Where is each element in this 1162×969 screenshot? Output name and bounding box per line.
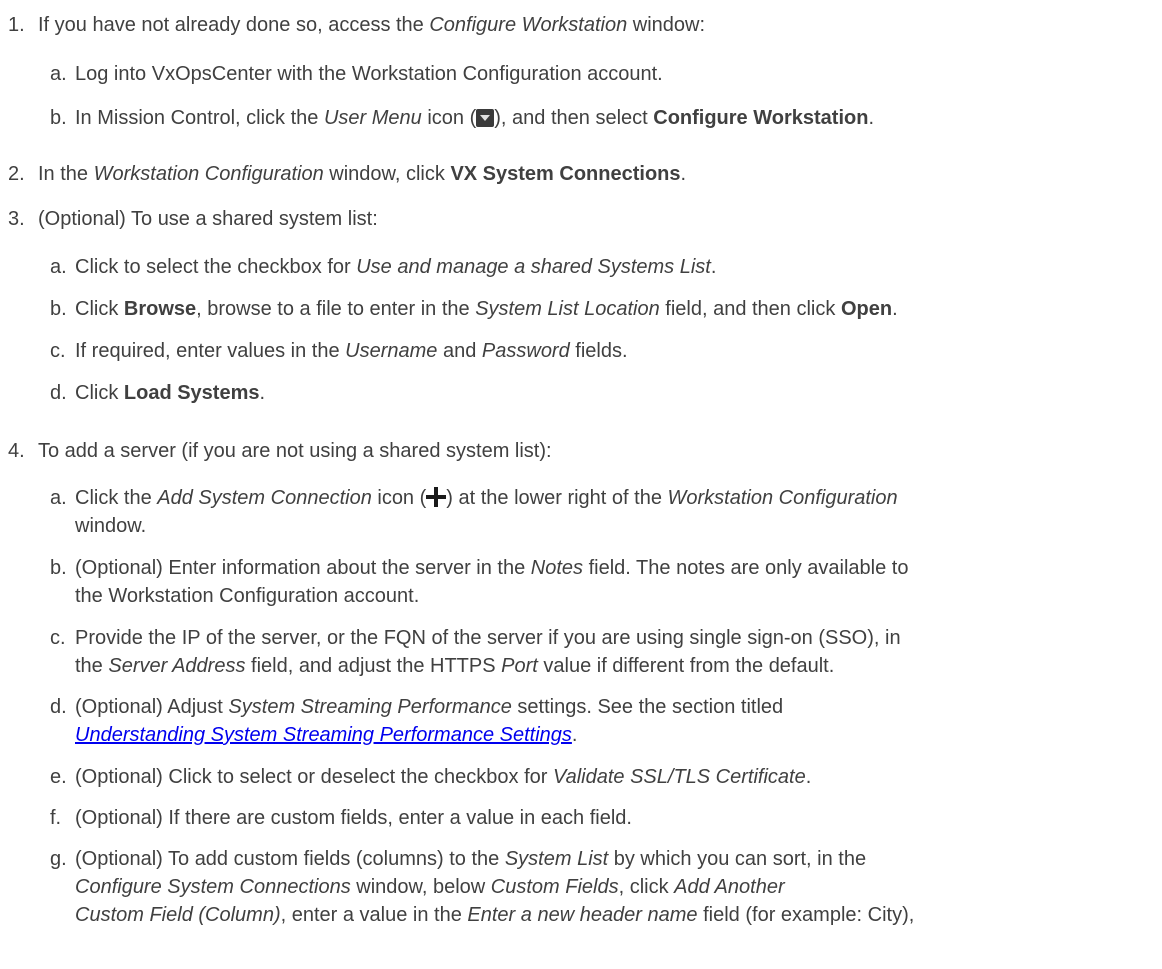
document-page: 1. If you have not already done so, acces… — [0, 0, 1162, 969]
step-4a: a. Click the Add System Connection icon (… — [50, 487, 898, 537]
step-4d: d. (Optional) Adjust System Streaming Per… — [50, 696, 784, 746]
step-number: 2. — [8, 163, 25, 185]
step-4c: c. Provide the IP of the server, or the F… — [50, 627, 901, 677]
step-4g: g. (Optional) To add custom fields (colum… — [50, 848, 915, 926]
step-3: 3. (Optional) To use a shared system list… — [8, 208, 378, 230]
step-number: 4. — [8, 440, 25, 462]
user-menu-icon — [476, 109, 495, 127]
step-2: 2. In the Workstation Configuration windo… — [8, 163, 687, 185]
step-1a: a. Log into VxOpsCenter with the Workstat… — [50, 63, 663, 85]
step-4b: b. (Optional) Enter information about the… — [50, 557, 909, 607]
step-3b: b. Click Browse, browse to a file to ente… — [50, 298, 898, 320]
step-1b: b. In Mission Control, click the User Men… — [50, 107, 874, 129]
step-4e: e. (Optional) Click to select or deselect… — [50, 766, 812, 788]
step-4f: f. (Optional) If there are custom fields,… — [50, 807, 632, 829]
add-icon — [426, 487, 447, 507]
step-number: 1. — [8, 14, 25, 36]
step-3a: a. Click to select the checkbox for Use a… — [50, 256, 717, 278]
step-3c: c. If required, enter values in the Usern… — [50, 340, 628, 362]
step-4: 4. To add a server (if you are not using … — [8, 440, 552, 462]
streaming-settings-link[interactable]: Understanding System Streaming Performan… — [75, 724, 572, 746]
step-number: 3. — [8, 208, 25, 230]
step-3d: d. Click Load Systems. — [50, 382, 266, 404]
step-1: 1. If you have not already done so, acces… — [8, 14, 706, 36]
